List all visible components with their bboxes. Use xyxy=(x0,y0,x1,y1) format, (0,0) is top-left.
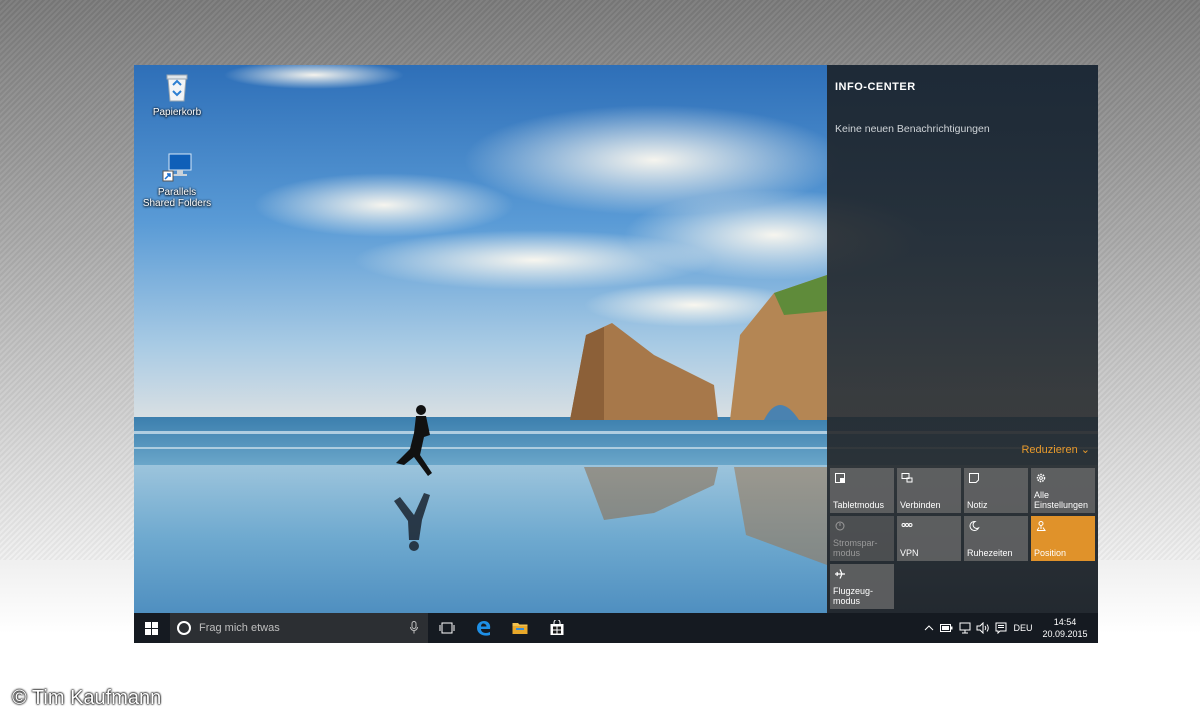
search-placeholder: Frag mich etwas xyxy=(199,622,280,634)
quick-action-label: VPN xyxy=(900,548,919,558)
cortana-icon xyxy=(177,621,191,635)
quick-action-label: Tabletmodus xyxy=(833,500,885,510)
action-center-title: INFO-CENTER xyxy=(835,81,916,93)
note-icon xyxy=(969,473,979,483)
speaker-icon xyxy=(976,622,989,634)
desktop-icon-label: Papierkorb xyxy=(152,107,202,118)
file-explorer-icon xyxy=(512,623,528,634)
task-view-icon xyxy=(439,622,455,634)
gear-icon xyxy=(1036,473,1046,483)
action-center-panel: INFO-CENTER Keine neuen Benachrichtigung… xyxy=(827,65,1098,613)
edge-button[interactable] xyxy=(467,613,501,643)
clock-date: 20.09.2015 xyxy=(1042,629,1088,639)
location-icon xyxy=(1036,521,1046,531)
quick-action-tablet-mode[interactable]: Tabletmodus xyxy=(830,468,894,513)
desktop-icon-recycle-bin[interactable]: Papierkorb xyxy=(142,71,212,118)
quick-action-all-settings[interactable]: Alle Einstellungen xyxy=(1031,468,1095,513)
tablet-mode-icon xyxy=(835,473,845,483)
quick-actions-grid: Tabletmodus Verbinden Notiz Alle Einstel… xyxy=(830,468,1096,609)
tray-battery[interactable] xyxy=(938,613,954,643)
vpn-icon xyxy=(901,523,913,527)
windows-logo-icon xyxy=(144,621,158,635)
battery-icon xyxy=(939,624,952,632)
tray-action-center[interactable] xyxy=(993,613,1009,643)
no-notifications-message: Keine neuen Benachrichtigungen xyxy=(835,123,990,135)
quick-action-battery-saver[interactable]: Stromspar-modus xyxy=(830,516,894,561)
taskbar-clock[interactable]: 14:54 20.09.2015 xyxy=(1038,616,1092,640)
quick-action-airplane-mode[interactable]: Flugzeug-modus xyxy=(830,564,894,609)
moon-icon xyxy=(969,520,980,531)
cortana-search-box[interactable]: Frag mich etwas xyxy=(170,613,428,643)
monitor-shortcut-icon xyxy=(161,151,193,183)
file-explorer-button[interactable] xyxy=(503,613,537,643)
connect-icon xyxy=(901,473,913,483)
chevron-down-icon: ⌄ xyxy=(1080,444,1090,456)
store-icon xyxy=(550,620,564,635)
collapse-label: Reduzieren xyxy=(1021,444,1078,456)
quick-action-connect[interactable]: Verbinden xyxy=(897,468,961,513)
notification-icon xyxy=(995,622,1007,634)
quick-action-location[interactable]: Position xyxy=(1031,516,1095,561)
copyright-watermark: © Tim Kaufmann xyxy=(12,687,162,709)
quick-action-label: Ruhezeiten xyxy=(967,548,1013,558)
network-icon xyxy=(959,622,971,634)
tray-network[interactable] xyxy=(956,613,974,643)
input-language[interactable]: DEU xyxy=(1012,613,1034,643)
quick-action-note[interactable]: Notiz xyxy=(964,468,1028,513)
airplane-icon xyxy=(835,569,845,579)
store-button[interactable] xyxy=(540,613,574,643)
microphone-icon[interactable] xyxy=(410,621,418,634)
chevron-up-icon xyxy=(924,625,934,631)
edge-icon xyxy=(477,621,491,636)
desktop-screen: Papierkorb Parallels Shared Folders INFO… xyxy=(134,65,1098,643)
quick-action-label: Alle Einstellungen xyxy=(1034,490,1089,510)
quick-action-label: Flugzeug-modus xyxy=(833,586,874,606)
desktop-icon-parallels-shared-folders[interactable]: Parallels Shared Folders xyxy=(142,151,212,209)
recycle-bin-icon xyxy=(161,71,193,103)
quick-action-label: Verbinden xyxy=(900,500,941,510)
tray-volume[interactable] xyxy=(975,613,991,643)
collapse-button[interactable]: Reduzieren ⌄ xyxy=(1021,443,1090,456)
start-button[interactable] xyxy=(134,613,168,643)
desktop-icon-label: Parallels Shared Folders xyxy=(142,187,212,209)
clock-time: 14:54 xyxy=(1053,617,1077,627)
quick-action-label: Notiz xyxy=(967,500,988,510)
quick-action-label: Stromspar-modus xyxy=(833,538,878,558)
show-hidden-icons-button[interactable] xyxy=(922,613,936,643)
taskbar: Frag mich etwas DEU 14:54 20.09.2015 xyxy=(134,613,1098,643)
battery-saver-icon xyxy=(835,521,845,531)
task-view-button[interactable] xyxy=(430,613,464,643)
quick-action-label: Position xyxy=(1034,548,1067,558)
quick-action-vpn[interactable]: VPN xyxy=(897,516,961,561)
quick-action-quiet-hours[interactable]: Ruhezeiten xyxy=(964,516,1028,561)
